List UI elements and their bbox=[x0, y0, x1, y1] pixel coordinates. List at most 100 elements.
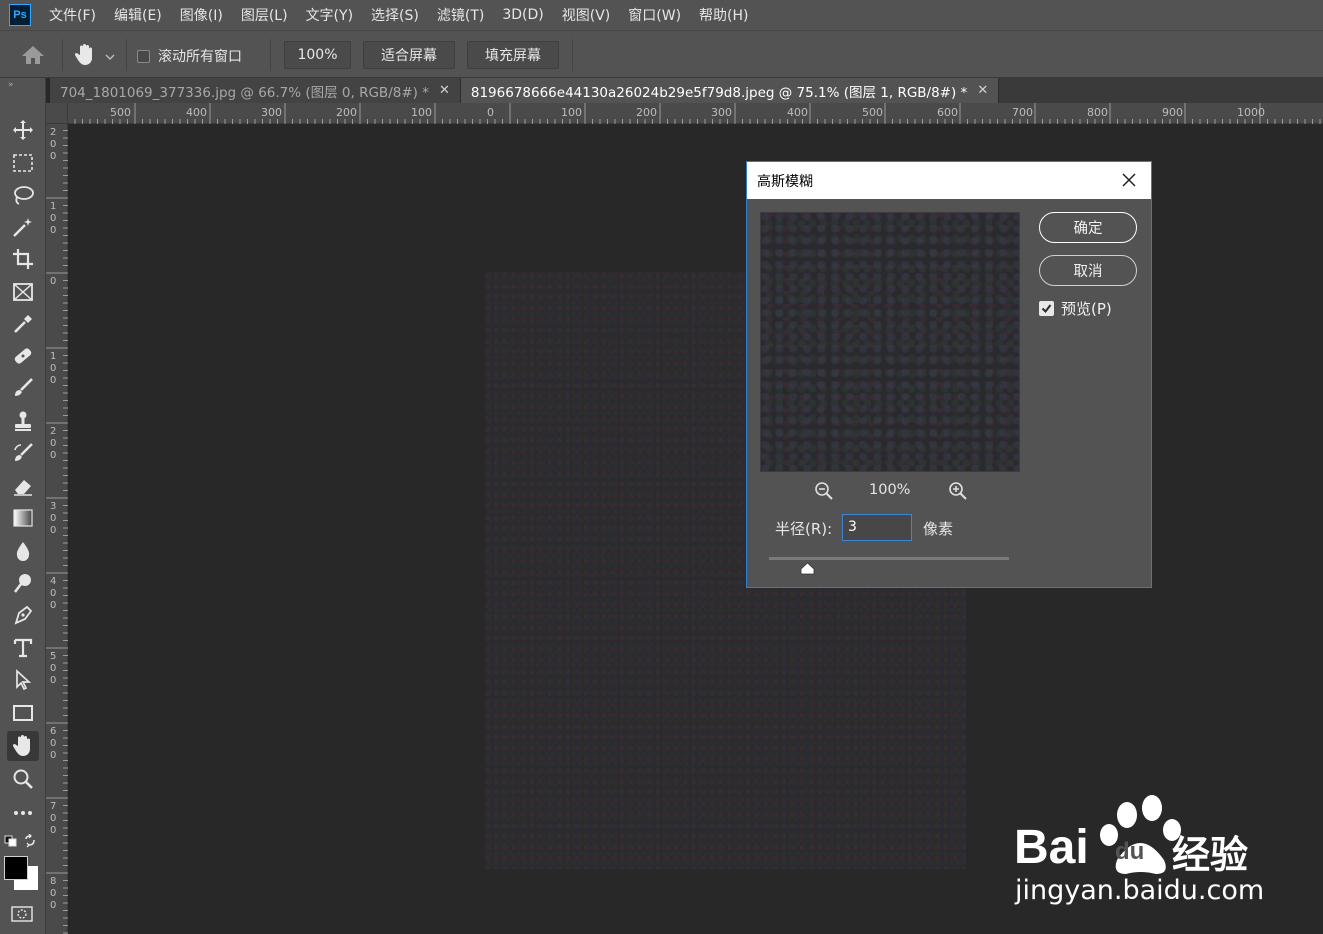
frame-tool-icon[interactable] bbox=[7, 277, 39, 307]
ruler-label: 300 bbox=[261, 106, 282, 119]
menu-bar: Ps 文件(F) 编辑(E) 图像(I) 图层(L) 文字(Y) 选择(S) 滤… bbox=[0, 0, 1323, 30]
radius-input[interactable]: 3 bbox=[842, 514, 912, 541]
more-tools-icon[interactable] bbox=[7, 798, 39, 828]
move-tool-icon[interactable] bbox=[7, 115, 39, 145]
dodge-tool-icon[interactable] bbox=[7, 568, 39, 598]
scroll-all-windows-checkbox[interactable] bbox=[137, 50, 150, 63]
menu-type[interactable]: 文字(Y) bbox=[306, 5, 353, 25]
ruler-ticks bbox=[59, 103, 1321, 124]
ok-button[interactable]: 确定 bbox=[1039, 212, 1137, 243]
zoom-in-icon[interactable] bbox=[948, 481, 968, 505]
radius-slider-thumb[interactable] bbox=[800, 562, 815, 579]
ruler-label: 600 bbox=[50, 726, 57, 761]
close-icon[interactable] bbox=[1119, 170, 1139, 190]
fit-screen-button[interactable]: 适合屏幕 bbox=[363, 41, 455, 69]
home-icon[interactable] bbox=[21, 45, 45, 69]
menu-3d[interactable]: 3D(D) bbox=[502, 7, 543, 23]
document-tabs: 704_1801069_377336.jpg @ 66.7% (图层 0, RG… bbox=[50, 78, 1323, 103]
menu-image[interactable]: 图像(I) bbox=[180, 5, 223, 25]
menu-file[interactable]: 文件(F) bbox=[49, 5, 96, 25]
eraser-tool-icon[interactable] bbox=[7, 471, 39, 501]
clone-stamp-tool-icon[interactable] bbox=[7, 406, 39, 436]
magic-wand-tool-icon[interactable] bbox=[7, 212, 39, 242]
dialog-title-bar[interactable]: 高斯模糊 bbox=[747, 162, 1151, 199]
default-colors-icon[interactable] bbox=[4, 835, 18, 851]
quick-mask-icon[interactable] bbox=[11, 906, 33, 926]
menu-edit[interactable]: 编辑(E) bbox=[114, 5, 162, 25]
ruler-label: 700 bbox=[50, 801, 57, 836]
ruler-label: 400 bbox=[186, 106, 207, 119]
photoshop-logo[interactable]: Ps bbox=[9, 4, 31, 26]
tab-document-1[interactable]: 704_1801069_377336.jpg @ 66.7% (图层 0, RG… bbox=[50, 78, 461, 103]
menu-window[interactable]: 窗口(W) bbox=[628, 5, 681, 25]
lasso-tool-icon[interactable] bbox=[7, 180, 39, 210]
foreground-color-swatch[interactable] bbox=[4, 856, 28, 880]
ruler-label: 100 bbox=[411, 106, 432, 119]
ruler-label: 100 bbox=[561, 106, 582, 119]
ruler-label: 800 bbox=[1087, 106, 1108, 119]
path-selection-tool-icon[interactable] bbox=[7, 665, 39, 695]
pen-tool-icon[interactable] bbox=[7, 600, 39, 630]
zoom-100-button[interactable]: 100% bbox=[284, 41, 351, 69]
ruler-label: 300 bbox=[50, 501, 57, 536]
fill-screen-button[interactable]: 填充屏幕 bbox=[467, 41, 559, 69]
scroll-all-windows-label: 滚动所有窗口 bbox=[158, 49, 242, 65]
watermark-url: jingyan.baidu.com bbox=[1015, 875, 1265, 906]
horizontal-ruler: 500 400 300 200 100 0 100 200 300 400 50… bbox=[50, 103, 1323, 124]
tab-label: 8196678666e44130a26024b29e5f79d8.jpeg @ … bbox=[470, 84, 968, 101]
radius-slider-track[interactable] bbox=[769, 557, 1009, 560]
baidu-watermark: Bai du 经验 jingyan.baidu.com bbox=[1012, 790, 1312, 910]
ruler-origin[interactable] bbox=[46, 103, 68, 124]
watermark-brand: Bai bbox=[1014, 821, 1089, 874]
radius-label: 半径(R): bbox=[775, 520, 833, 538]
blur-tool-icon[interactable] bbox=[7, 536, 39, 566]
tools-panel: » bbox=[0, 78, 46, 934]
gradient-tool-icon[interactable] bbox=[7, 503, 39, 533]
eyedropper-tool-icon[interactable] bbox=[7, 309, 39, 339]
preview-zoom-level: 100% bbox=[869, 482, 911, 498]
ruler-label: 200 bbox=[50, 426, 57, 461]
preview-checkbox[interactable] bbox=[1039, 301, 1054, 316]
ruler-label: 900 bbox=[1162, 106, 1183, 119]
menu-filter[interactable]: 滤镜(T) bbox=[437, 5, 484, 25]
ruler-label: 500 bbox=[862, 106, 883, 119]
brush-tool-icon[interactable] bbox=[7, 373, 39, 403]
cancel-button[interactable]: 取消 bbox=[1039, 255, 1137, 286]
radius-unit: 像素 bbox=[923, 520, 954, 538]
ruler-label: 200 bbox=[636, 106, 657, 119]
crop-tool-icon[interactable] bbox=[7, 244, 39, 274]
collapse-panel-icon[interactable]: » bbox=[8, 80, 14, 90]
gaussian-blur-dialog: 高斯模糊 确定 取消 预览(P) 100% 半径(R): 3 像素 bbox=[746, 161, 1152, 588]
chevron-down-icon[interactable] bbox=[105, 49, 115, 65]
tab-document-2[interactable]: 8196678666e44130a26024b29e5f79d8.jpeg @ … bbox=[460, 78, 1000, 103]
ruler-label: 200 bbox=[336, 106, 357, 119]
type-tool-icon[interactable] bbox=[7, 633, 39, 663]
zoom-out-icon[interactable] bbox=[814, 481, 834, 505]
ruler-label: 700 bbox=[1012, 106, 1033, 119]
menu-help[interactable]: 帮助(H) bbox=[699, 5, 748, 25]
ruler-label: 0 bbox=[50, 276, 57, 287]
menu-layer[interactable]: 图层(L) bbox=[241, 5, 288, 25]
menu-select[interactable]: 选择(S) bbox=[371, 5, 419, 25]
hand-tool-icon[interactable] bbox=[74, 43, 96, 71]
ruler-label: 400 bbox=[787, 106, 808, 119]
hand-tool-icon[interactable] bbox=[7, 731, 39, 761]
close-icon[interactable]: ✕ bbox=[977, 83, 988, 98]
ruler-label: 100 bbox=[50, 201, 57, 236]
history-brush-tool-icon[interactable] bbox=[7, 438, 39, 468]
preview-label: 预览(P) bbox=[1061, 300, 1112, 318]
swap-colors-icon[interactable] bbox=[24, 833, 38, 852]
menu-view[interactable]: 视图(V) bbox=[562, 5, 611, 25]
ruler-label: 300 bbox=[711, 106, 732, 119]
ruler-label: 200 bbox=[50, 127, 57, 162]
tab-label: 704_1801069_377336.jpg @ 66.7% (图层 0, RG… bbox=[60, 84, 429, 101]
marquee-tool-icon[interactable] bbox=[7, 148, 39, 178]
rectangle-tool-icon[interactable] bbox=[7, 698, 39, 728]
dialog-title: 高斯模糊 bbox=[757, 173, 813, 190]
ruler-label: 600 bbox=[937, 106, 958, 119]
close-icon[interactable]: ✕ bbox=[439, 83, 450, 98]
ruler-label: 500 bbox=[110, 106, 131, 119]
zoom-tool-icon[interactable] bbox=[7, 764, 39, 794]
healing-brush-tool-icon[interactable] bbox=[7, 341, 39, 371]
blur-preview[interactable] bbox=[760, 212, 1020, 472]
